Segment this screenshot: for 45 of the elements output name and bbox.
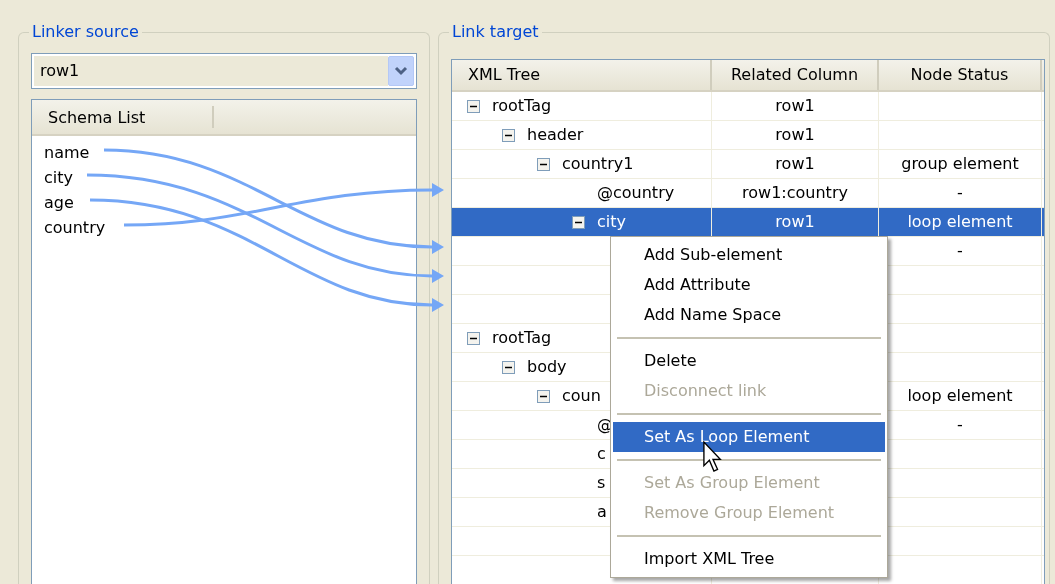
schema-field[interactable]: name [44,143,90,162]
table-cell: - [957,183,963,202]
table-cell: - [957,241,963,260]
collapse-icon[interactable] [467,99,480,113]
tree-node[interactable]: rootTag [492,324,552,352]
tree-node[interactable]: country1 [562,150,634,178]
menu-item[interactable]: Import XML Tree [613,544,885,574]
menu-item[interactable]: Add Attribute [613,270,885,300]
chevron-down-icon [394,66,408,76]
menu-item[interactable]: Delete [613,346,885,376]
table-cell: row1 [775,125,815,144]
column-header[interactable]: XML Tree [452,60,712,90]
column-header[interactable]: Node Status [879,60,1042,90]
schema-field[interactable]: age [44,193,74,212]
tree-node[interactable]: body [527,353,567,381]
collapse-icon[interactable] [467,331,480,345]
table-cell: loop element [907,212,1013,231]
table-cell: row1 [775,212,815,231]
row-dropdown[interactable]: row1 [31,53,417,89]
column-header[interactable]: Related Column [712,60,879,90]
collapse-icon[interactable] [572,215,585,229]
tree-node[interactable]: s [597,469,606,497]
table-cell: row1 [775,154,815,173]
collapse-icon[interactable] [537,389,550,403]
menu-item[interactable]: Set As Loop Element [613,422,885,452]
tree-node[interactable]: @country [597,179,675,207]
collapse-icon[interactable] [537,157,550,171]
table-cell: - [957,415,963,434]
menu-item[interactable]: Add Name Space [613,300,885,330]
table-cell: group element [901,154,1019,173]
tree-node[interactable]: a [597,498,607,526]
schema-field[interactable]: country [44,218,106,237]
tree-node[interactable]: coun [562,382,601,410]
menu-item[interactable]: Add Sub-element [613,240,885,270]
selected-row[interactable]: city row1 loop element [452,208,1044,237]
tree-node[interactable]: city [597,208,626,236]
schema-field[interactable]: city [44,168,73,187]
table-cell: row1:country [742,183,848,202]
collapse-icon[interactable] [502,360,515,374]
tree-node[interactable]: header [527,121,584,149]
tree-node[interactable]: c [597,440,606,468]
collapse-icon[interactable] [502,128,515,142]
tree-node[interactable]: rootTag [492,92,552,120]
table-cell: loop element [907,386,1013,405]
table-cell: row1 [775,96,815,115]
